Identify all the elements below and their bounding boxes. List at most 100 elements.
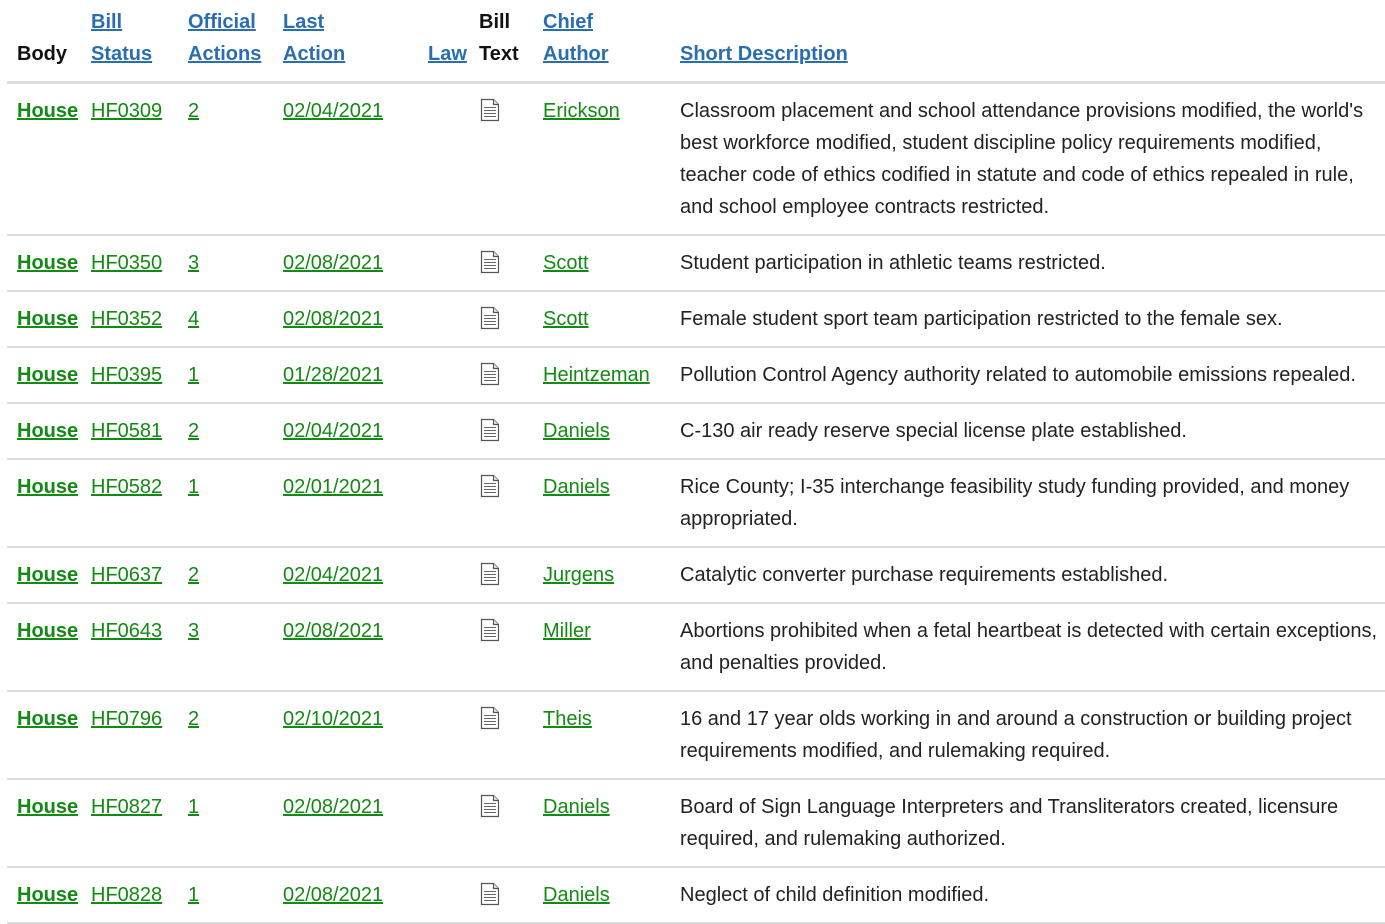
chief-author-link[interactable]: Daniels bbox=[543, 884, 610, 906]
bill-text-link[interactable] bbox=[479, 618, 501, 642]
last-action-link[interactable]: 01/28/2021 bbox=[283, 364, 383, 386]
document-icon[interactable] bbox=[479, 250, 501, 274]
bill-text-link[interactable] bbox=[479, 418, 501, 442]
last-action-link[interactable]: 02/08/2021 bbox=[283, 884, 383, 906]
official-actions-cell: 2 bbox=[188, 403, 283, 460]
bill-number-link[interactable]: HF0827 bbox=[91, 796, 162, 818]
sort-bill-status-link[interactable]: Bill Status bbox=[91, 11, 152, 65]
body-link[interactable]: House bbox=[17, 100, 78, 122]
last-action-link[interactable]: 02/04/2021 bbox=[283, 420, 383, 442]
bill-number-link[interactable]: HF0637 bbox=[91, 564, 162, 586]
chief-author-link[interactable]: Theis bbox=[543, 708, 592, 730]
chief-author-link[interactable]: Scott bbox=[543, 252, 589, 274]
document-icon[interactable] bbox=[479, 706, 501, 730]
law-cell bbox=[418, 82, 479, 236]
chief-author-link[interactable]: Scott bbox=[543, 308, 589, 330]
bill-text-link[interactable] bbox=[479, 98, 501, 122]
body-link[interactable]: House bbox=[17, 620, 78, 642]
body-link[interactable]: House bbox=[17, 476, 78, 498]
chief-author-link[interactable]: Daniels bbox=[543, 796, 610, 818]
bill-text-link[interactable] bbox=[479, 882, 501, 906]
last-action-link[interactable]: 02/08/2021 bbox=[283, 620, 383, 642]
official-actions-link[interactable]: 2 bbox=[188, 564, 199, 586]
last-action-link[interactable]: 02/01/2021 bbox=[283, 476, 383, 498]
bill-text-cell bbox=[479, 291, 543, 348]
sort-chief-author-link[interactable]: Chief Author bbox=[543, 11, 609, 65]
bill-number-link[interactable]: HF0350 bbox=[91, 252, 162, 274]
law-cell bbox=[418, 779, 479, 868]
chief-author-link[interactable]: Jurgens bbox=[543, 564, 614, 586]
document-icon[interactable] bbox=[479, 794, 501, 818]
bill-number-link[interactable]: HF0309 bbox=[91, 100, 162, 122]
bill-number-link[interactable]: HF0796 bbox=[91, 708, 162, 730]
last-action-link[interactable]: 02/08/2021 bbox=[283, 308, 383, 330]
bill-number-link[interactable]: HF0352 bbox=[91, 308, 162, 330]
body-link[interactable]: House bbox=[17, 796, 78, 818]
bill-text-link[interactable] bbox=[479, 562, 501, 586]
bill-number-link[interactable]: HF0395 bbox=[91, 364, 162, 386]
official-actions-link[interactable]: 1 bbox=[188, 884, 199, 906]
header-official-actions[interactable]: Official Actions bbox=[188, 0, 283, 84]
header-short-description[interactable]: Short Description bbox=[680, 0, 1385, 84]
document-icon[interactable] bbox=[479, 882, 501, 906]
last-action-cell: 02/08/2021 bbox=[283, 779, 418, 868]
official-actions-link[interactable]: 2 bbox=[188, 708, 199, 730]
law-cell bbox=[418, 403, 479, 460]
official-actions-link[interactable]: 1 bbox=[188, 796, 199, 818]
bill-text-link[interactable] bbox=[479, 794, 501, 818]
official-actions-link[interactable]: 1 bbox=[188, 476, 199, 498]
bill-text-link[interactable] bbox=[479, 250, 501, 274]
chief-author-link[interactable]: Miller bbox=[543, 620, 591, 642]
body-link[interactable]: House bbox=[17, 308, 78, 330]
body-link[interactable]: House bbox=[17, 708, 78, 730]
law-cell bbox=[418, 459, 479, 548]
last-action-link[interactable]: 02/04/2021 bbox=[283, 100, 383, 122]
header-law[interactable]: Law bbox=[418, 0, 479, 84]
official-actions-link[interactable]: 1 bbox=[188, 364, 199, 386]
chief-author-link[interactable]: Erickson bbox=[543, 100, 620, 122]
bill-number-link[interactable]: HF0582 bbox=[91, 476, 162, 498]
official-actions-link[interactable]: 3 bbox=[188, 252, 199, 274]
body-link[interactable]: House bbox=[17, 420, 78, 442]
document-icon[interactable] bbox=[479, 474, 501, 498]
bill-number-link[interactable]: HF0828 bbox=[91, 884, 162, 906]
chief-author-link[interactable]: Daniels bbox=[543, 420, 610, 442]
header-chief-author[interactable]: Chief Author bbox=[543, 0, 680, 84]
last-action-link[interactable]: 02/10/2021 bbox=[283, 708, 383, 730]
last-action-link[interactable]: 02/04/2021 bbox=[283, 564, 383, 586]
document-icon[interactable] bbox=[479, 562, 501, 586]
chief-author-link[interactable]: Heintzeman bbox=[543, 364, 650, 386]
bill-number-link[interactable]: HF0581 bbox=[91, 420, 162, 442]
body-link[interactable]: House bbox=[17, 364, 78, 386]
bill-text-link[interactable] bbox=[479, 706, 501, 730]
bill-text-link[interactable] bbox=[479, 362, 501, 386]
sort-official-actions-link[interactable]: Official Actions bbox=[188, 11, 261, 65]
header-last-action[interactable]: Last Action bbox=[283, 0, 418, 84]
body-link[interactable]: House bbox=[17, 884, 78, 906]
official-actions-link[interactable]: 2 bbox=[188, 420, 199, 442]
document-icon[interactable] bbox=[479, 418, 501, 442]
bill-text-link[interactable] bbox=[479, 306, 501, 330]
official-actions-link[interactable]: 3 bbox=[188, 620, 199, 642]
document-icon[interactable] bbox=[479, 306, 501, 330]
sort-law-link[interactable]: Law bbox=[428, 43, 467, 65]
short-description-cell: Pollution Control Agency authority relat… bbox=[680, 347, 1385, 404]
document-icon[interactable] bbox=[479, 618, 501, 642]
header-bill-status[interactable]: Bill Status bbox=[91, 0, 188, 84]
body-link[interactable]: House bbox=[17, 564, 78, 586]
sort-short-description-link[interactable]: Short Description bbox=[680, 43, 848, 65]
bill-text-link[interactable] bbox=[479, 474, 501, 498]
official-actions-link[interactable]: 4 bbox=[188, 308, 199, 330]
official-actions-link[interactable]: 2 bbox=[188, 100, 199, 122]
sort-last-action-link[interactable]: Last Action bbox=[283, 11, 345, 65]
chief-author-link[interactable]: Daniels bbox=[543, 476, 610, 498]
document-icon[interactable] bbox=[479, 98, 501, 122]
bill-number-link[interactable]: HF0643 bbox=[91, 620, 162, 642]
short-description-cell: Female student sport team participation … bbox=[680, 291, 1385, 348]
last-action-link[interactable]: 02/08/2021 bbox=[283, 252, 383, 274]
official-actions-cell: 1 bbox=[188, 867, 283, 924]
document-icon[interactable] bbox=[479, 362, 501, 386]
law-cell bbox=[418, 603, 479, 692]
body-link[interactable]: House bbox=[17, 252, 78, 274]
last-action-link[interactable]: 02/08/2021 bbox=[283, 796, 383, 818]
